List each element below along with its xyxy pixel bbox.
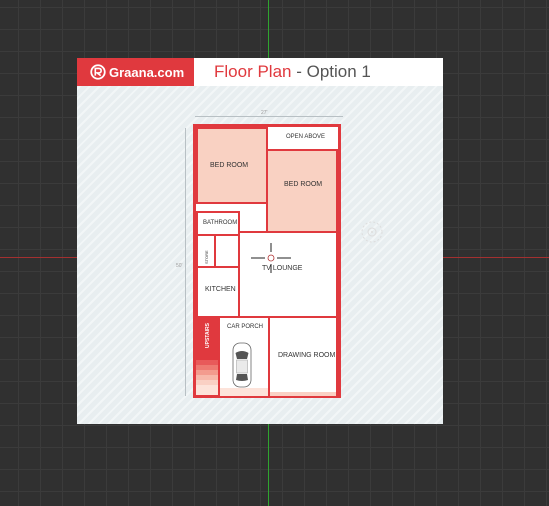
bathroom[interactable]: BATHROOM xyxy=(196,211,240,236)
brand-logo: Graana.com xyxy=(77,58,194,86)
brand-name: Graana.com xyxy=(109,64,185,80)
kitchen[interactable]: KITCHEN xyxy=(196,266,240,318)
porch-entry xyxy=(220,388,268,396)
crosshair-cursor-icon xyxy=(251,243,291,273)
kitchen-label: KITCHEN xyxy=(205,286,236,293)
car-icon xyxy=(232,342,252,388)
bed-room-1[interactable]: BED ROOM xyxy=(196,127,268,204)
width-dimension-line xyxy=(195,116,343,117)
car-porch-label: CAR PORCH xyxy=(227,324,264,330)
depth-dimension-label: 50' xyxy=(176,263,183,269)
bed-room-1-label: BED ROOM xyxy=(210,162,249,169)
transform-gizmo-icon[interactable] xyxy=(360,220,384,244)
bathroom-label: BATHROOM xyxy=(203,220,238,226)
drawing-room-label: DRAWING ROOM xyxy=(278,352,336,359)
depth-dimension-line xyxy=(185,128,186,396)
staircase[interactable]: UPSTAIRS xyxy=(196,316,220,395)
title-accent: Floor Plan xyxy=(214,62,292,81)
page-title: Floor Plan - Option 1 xyxy=(214,62,371,82)
title-rest: - Option 1 xyxy=(291,62,371,81)
drawing-entry xyxy=(270,392,336,396)
floor-plan-card[interactable]: Graana.com Floor Plan - Option 1 27' 50'… xyxy=(77,58,443,424)
bed-room-2-label: BED ROOM xyxy=(284,181,323,188)
drawing-room[interactable]: DRAWING ROOM xyxy=(268,316,338,396)
bed-room-2[interactable]: BED ROOM xyxy=(266,149,338,233)
store[interactable]: STORE xyxy=(196,234,216,268)
width-dimension-label: 27' xyxy=(261,110,268,116)
upstairs-label: UPSTAIRS xyxy=(205,323,211,348)
open-above-label: OPEN ABOVE xyxy=(286,134,326,140)
card-header: Graana.com Floor Plan - Option 1 xyxy=(77,58,443,86)
graana-logo-icon xyxy=(90,64,106,80)
car-porch[interactable]: CAR PORCH xyxy=(218,316,270,396)
store-label: STORE xyxy=(204,250,209,264)
